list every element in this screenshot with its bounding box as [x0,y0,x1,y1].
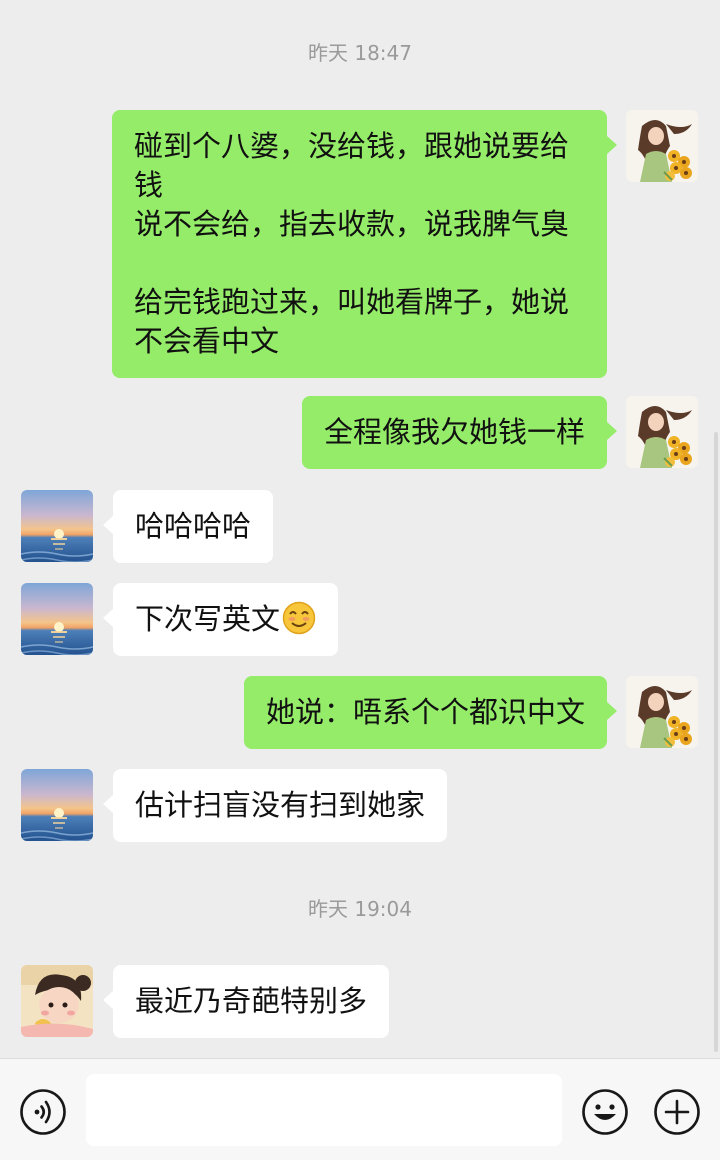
voice-icon[interactable] [19,1088,67,1136]
my-message-bubble[interactable]: 碰到个八婆，没给钱，跟她说要给钱 说不会给，指去收款，说我脾气臭 给完钱跑过来，… [112,110,617,378]
timestamp: 昨天 18:47 [308,41,412,65]
my-avatar[interactable] [626,676,698,748]
my-message-bubble[interactable]: 她说：唔系个个都识中文 [243,676,618,749]
timestamp: 昨天 19:04 [308,897,412,921]
friend-avatar[interactable] [21,769,93,841]
message-input[interactable] [86,1074,562,1146]
chat-area[interactable]: 昨天 18:47 碰到个八婆，没给钱，跟她说要给钱 说不会给，指去收款，说我脾气… [0,0,720,1058]
smiling-emoji-icon [282,601,316,635]
my-message-bubble[interactable]: 全程像我欠她钱一样 [301,396,618,469]
friend-avatar[interactable] [21,583,93,655]
friend-message-bubble[interactable]: 哈哈哈哈 [102,490,274,563]
emoji-icon[interactable] [581,1088,629,1136]
my-avatar[interactable] [626,110,698,182]
friend-message-bubble[interactable]: 下次写英文 [102,583,339,656]
friend-avatar[interactable] [21,965,93,1037]
friend-avatar[interactable] [21,490,93,562]
friend-message-bubble[interactable]: 估计扫盲没有扫到她家 [102,769,448,842]
message-text: 下次写英文 [135,602,281,636]
chat-scrollbar[interactable] [714,432,718,1052]
input-bar [0,1058,720,1160]
my-avatar[interactable] [626,396,698,468]
friend-message-bubble[interactable]: 最近乃奇葩特别多 [102,965,390,1038]
plus-icon[interactable] [653,1088,701,1136]
